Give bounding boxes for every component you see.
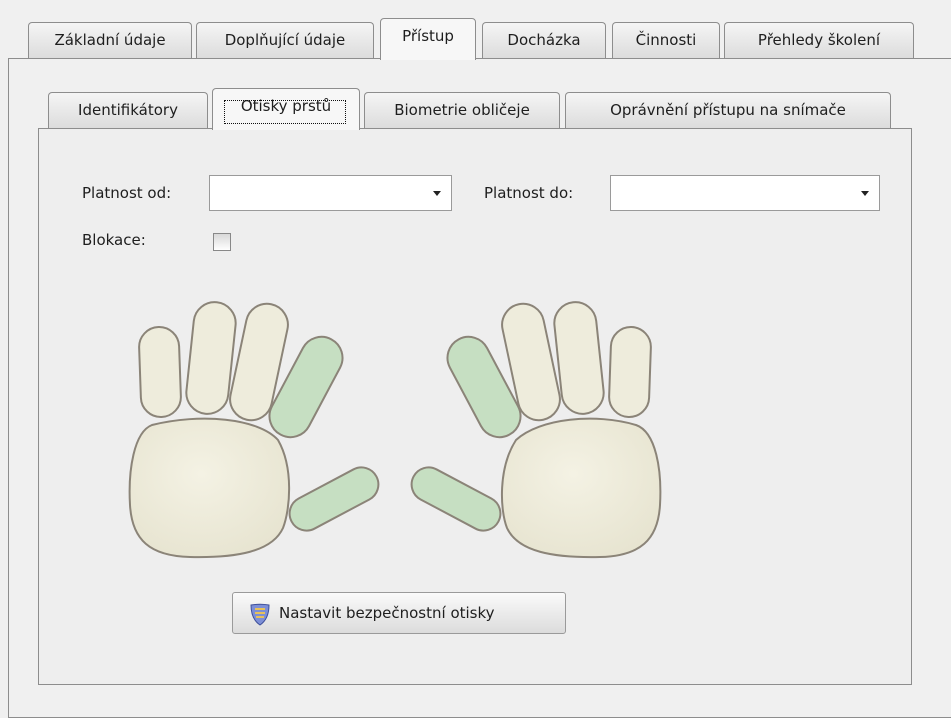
set-secure-prints-button[interactable]: Nastavit bezpečnostní otisky [232, 592, 566, 634]
left-palm [128, 417, 291, 559]
left-little-finger[interactable] [138, 326, 182, 418]
left-thumb[interactable] [284, 461, 385, 536]
right-palm [500, 417, 662, 559]
right-thumb[interactable] [406, 461, 507, 536]
right-little-finger[interactable] [608, 326, 652, 418]
tab-pristup[interactable]: Přístup [380, 18, 476, 60]
shield-icon [250, 603, 270, 626]
set-secure-prints-label: Nastavit bezpečnostní otisky [279, 604, 495, 622]
focus-rectangle [224, 100, 346, 124]
